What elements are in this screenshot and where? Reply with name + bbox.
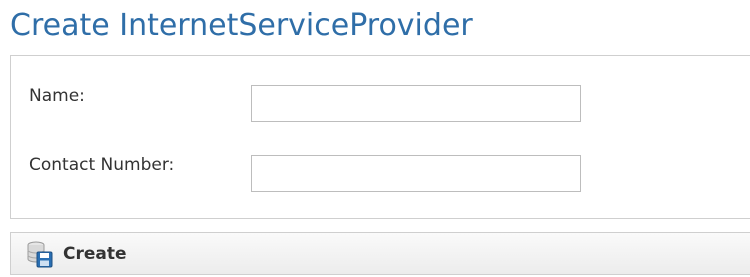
database-save-icon [25,239,55,269]
create-button-label: Create [63,244,127,264]
create-button[interactable]: Create [25,238,127,270]
contact-number-label: Contact Number: [29,155,175,175]
form-panel: Name: Contact Number: [10,55,750,219]
name-input[interactable] [251,85,581,122]
contact-number-input[interactable] [251,155,581,192]
name-label: Name: [29,86,85,106]
action-bar: Create [10,232,750,275]
page-title: Create InternetServiceProvider [10,8,473,43]
